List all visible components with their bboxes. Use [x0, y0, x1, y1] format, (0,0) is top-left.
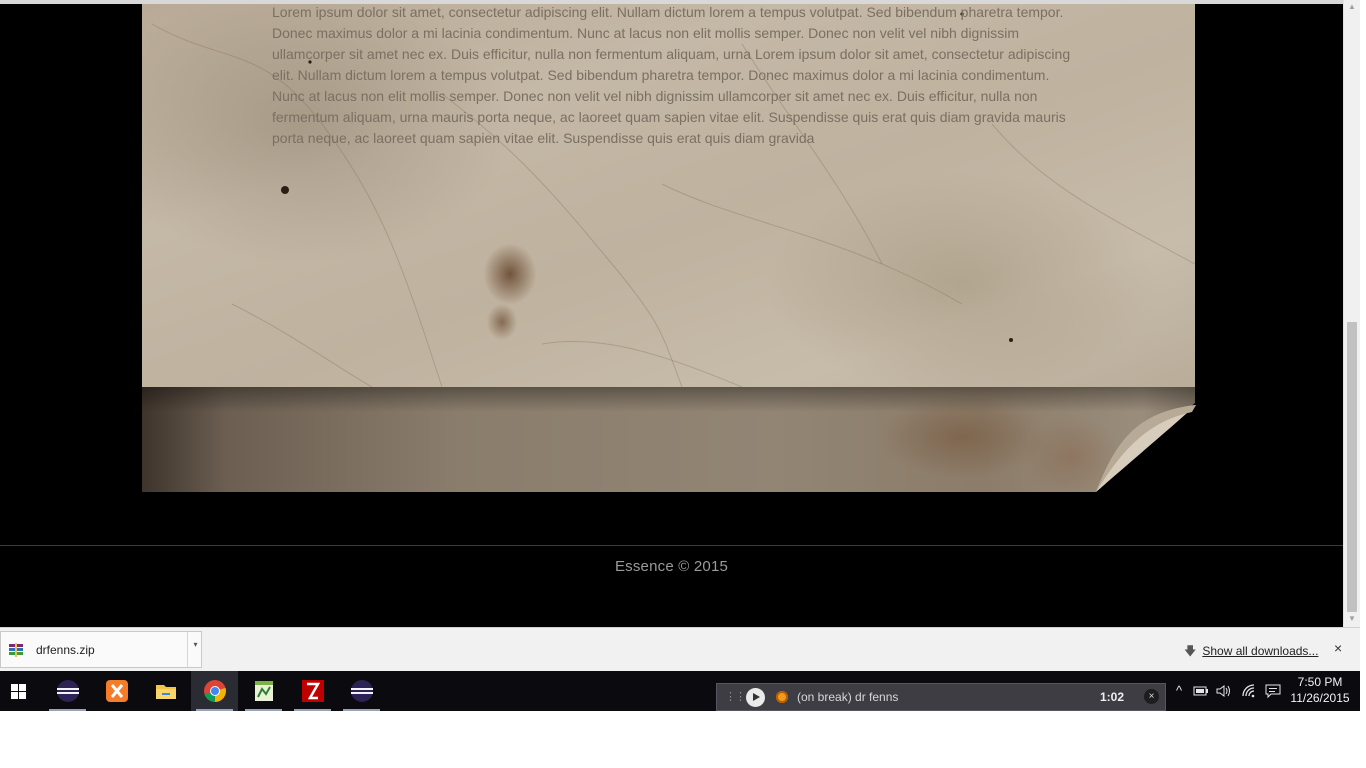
screen-bottom-area: [0, 711, 1366, 768]
media-track-title: (on break) dr fenns: [797, 690, 899, 704]
taskbar-chrome[interactable]: [191, 671, 238, 711]
download-shelf: drfenns.zip ▾ 🡇 Show all downloads... ×: [0, 627, 1360, 671]
action-center-icon[interactable]: [1264, 683, 1282, 699]
play-icon[interactable]: [746, 688, 765, 707]
footer-divider: [0, 545, 1343, 546]
taskbar-clock[interactable]: 7:50 PM 11/26/2015: [1284, 674, 1356, 706]
media-status-icon: [776, 691, 788, 703]
file-explorer-icon: [155, 685, 176, 699]
lorem-ipsum-text: Lorem ipsum dolor sit amet, consectetur …: [272, 4, 1071, 146]
show-all-downloads-label: Show all downloads...: [1202, 644, 1319, 658]
taskbar-file-explorer[interactable]: [142, 671, 189, 711]
download-item[interactable]: drfenns.zip ▾: [0, 631, 202, 668]
eclipse-icon: [350, 680, 373, 702]
page-curl-corner: [1096, 402, 1196, 492]
taskbar-notepad-plus-plus[interactable]: [240, 671, 287, 711]
taskbar: ⋮⋮ (on break) dr fenns 1:02 × ^ 7:50 PM …: [0, 671, 1360, 711]
show-all-downloads-link[interactable]: 🡇 Show all downloads...: [1184, 642, 1318, 663]
close-icon[interactable]: ×: [1144, 689, 1159, 704]
xampp-icon: [105, 680, 128, 702]
battery-icon[interactable]: [1192, 683, 1210, 699]
clock-time: 7:50 PM: [1297, 675, 1343, 689]
taskbar-eclipse-2[interactable]: [338, 671, 385, 711]
start-button[interactable]: [0, 671, 36, 711]
scroll-down-arrow-icon[interactable]: ▼: [1344, 612, 1360, 626]
paper-content-panel: Lorem ipsum dolor sit amet, consectetur …: [142, 4, 1195, 387]
windows-logo-icon: [11, 684, 26, 699]
media-player-widget: ⋮⋮ (on break) dr fenns 1:02 ×: [716, 683, 1166, 711]
scroll-up-arrow-icon[interactable]: ▲: [1344, 0, 1360, 14]
media-elapsed-time: 1:02: [1100, 690, 1125, 704]
volume-icon[interactable]: [1215, 683, 1233, 699]
taskbar-eclipse-1[interactable]: [44, 671, 91, 711]
winrar-archive-icon: [9, 643, 23, 657]
filezilla-icon: [301, 680, 324, 702]
page-viewport: Lorem ipsum dolor sit amet, consectetur …: [0, 0, 1343, 627]
chrome-icon: [203, 680, 226, 702]
close-icon[interactable]: ×: [1334, 640, 1342, 656]
vertical-scrollbar[interactable]: ▲ ▼: [1343, 0, 1360, 627]
footer-copyright: Essence © 2015: [614, 558, 729, 575]
download-arrow-icon: 🡇: [1184, 644, 1197, 658]
download-menu-chevron-icon[interactable]: ▾: [187, 632, 203, 667]
wifi-icon[interactable]: [1241, 683, 1259, 699]
scroll-thumb[interactable]: [1347, 322, 1357, 612]
taskbar-xampp[interactable]: [93, 671, 140, 711]
taskbar-filezilla[interactable]: [289, 671, 336, 711]
chevron-up-icon[interactable]: ^: [1170, 683, 1188, 699]
drag-grip-icon[interactable]: ⋮⋮: [725, 690, 746, 704]
eclipse-icon: [56, 680, 79, 702]
clock-date: 11/26/2015: [1290, 691, 1350, 705]
paper-bottom-strip: [142, 387, 1195, 492]
download-filename: drfenns.zip: [36, 643, 95, 657]
right-gutter: [1360, 0, 1366, 711]
notepad-plus-plus-icon: [254, 681, 273, 701]
